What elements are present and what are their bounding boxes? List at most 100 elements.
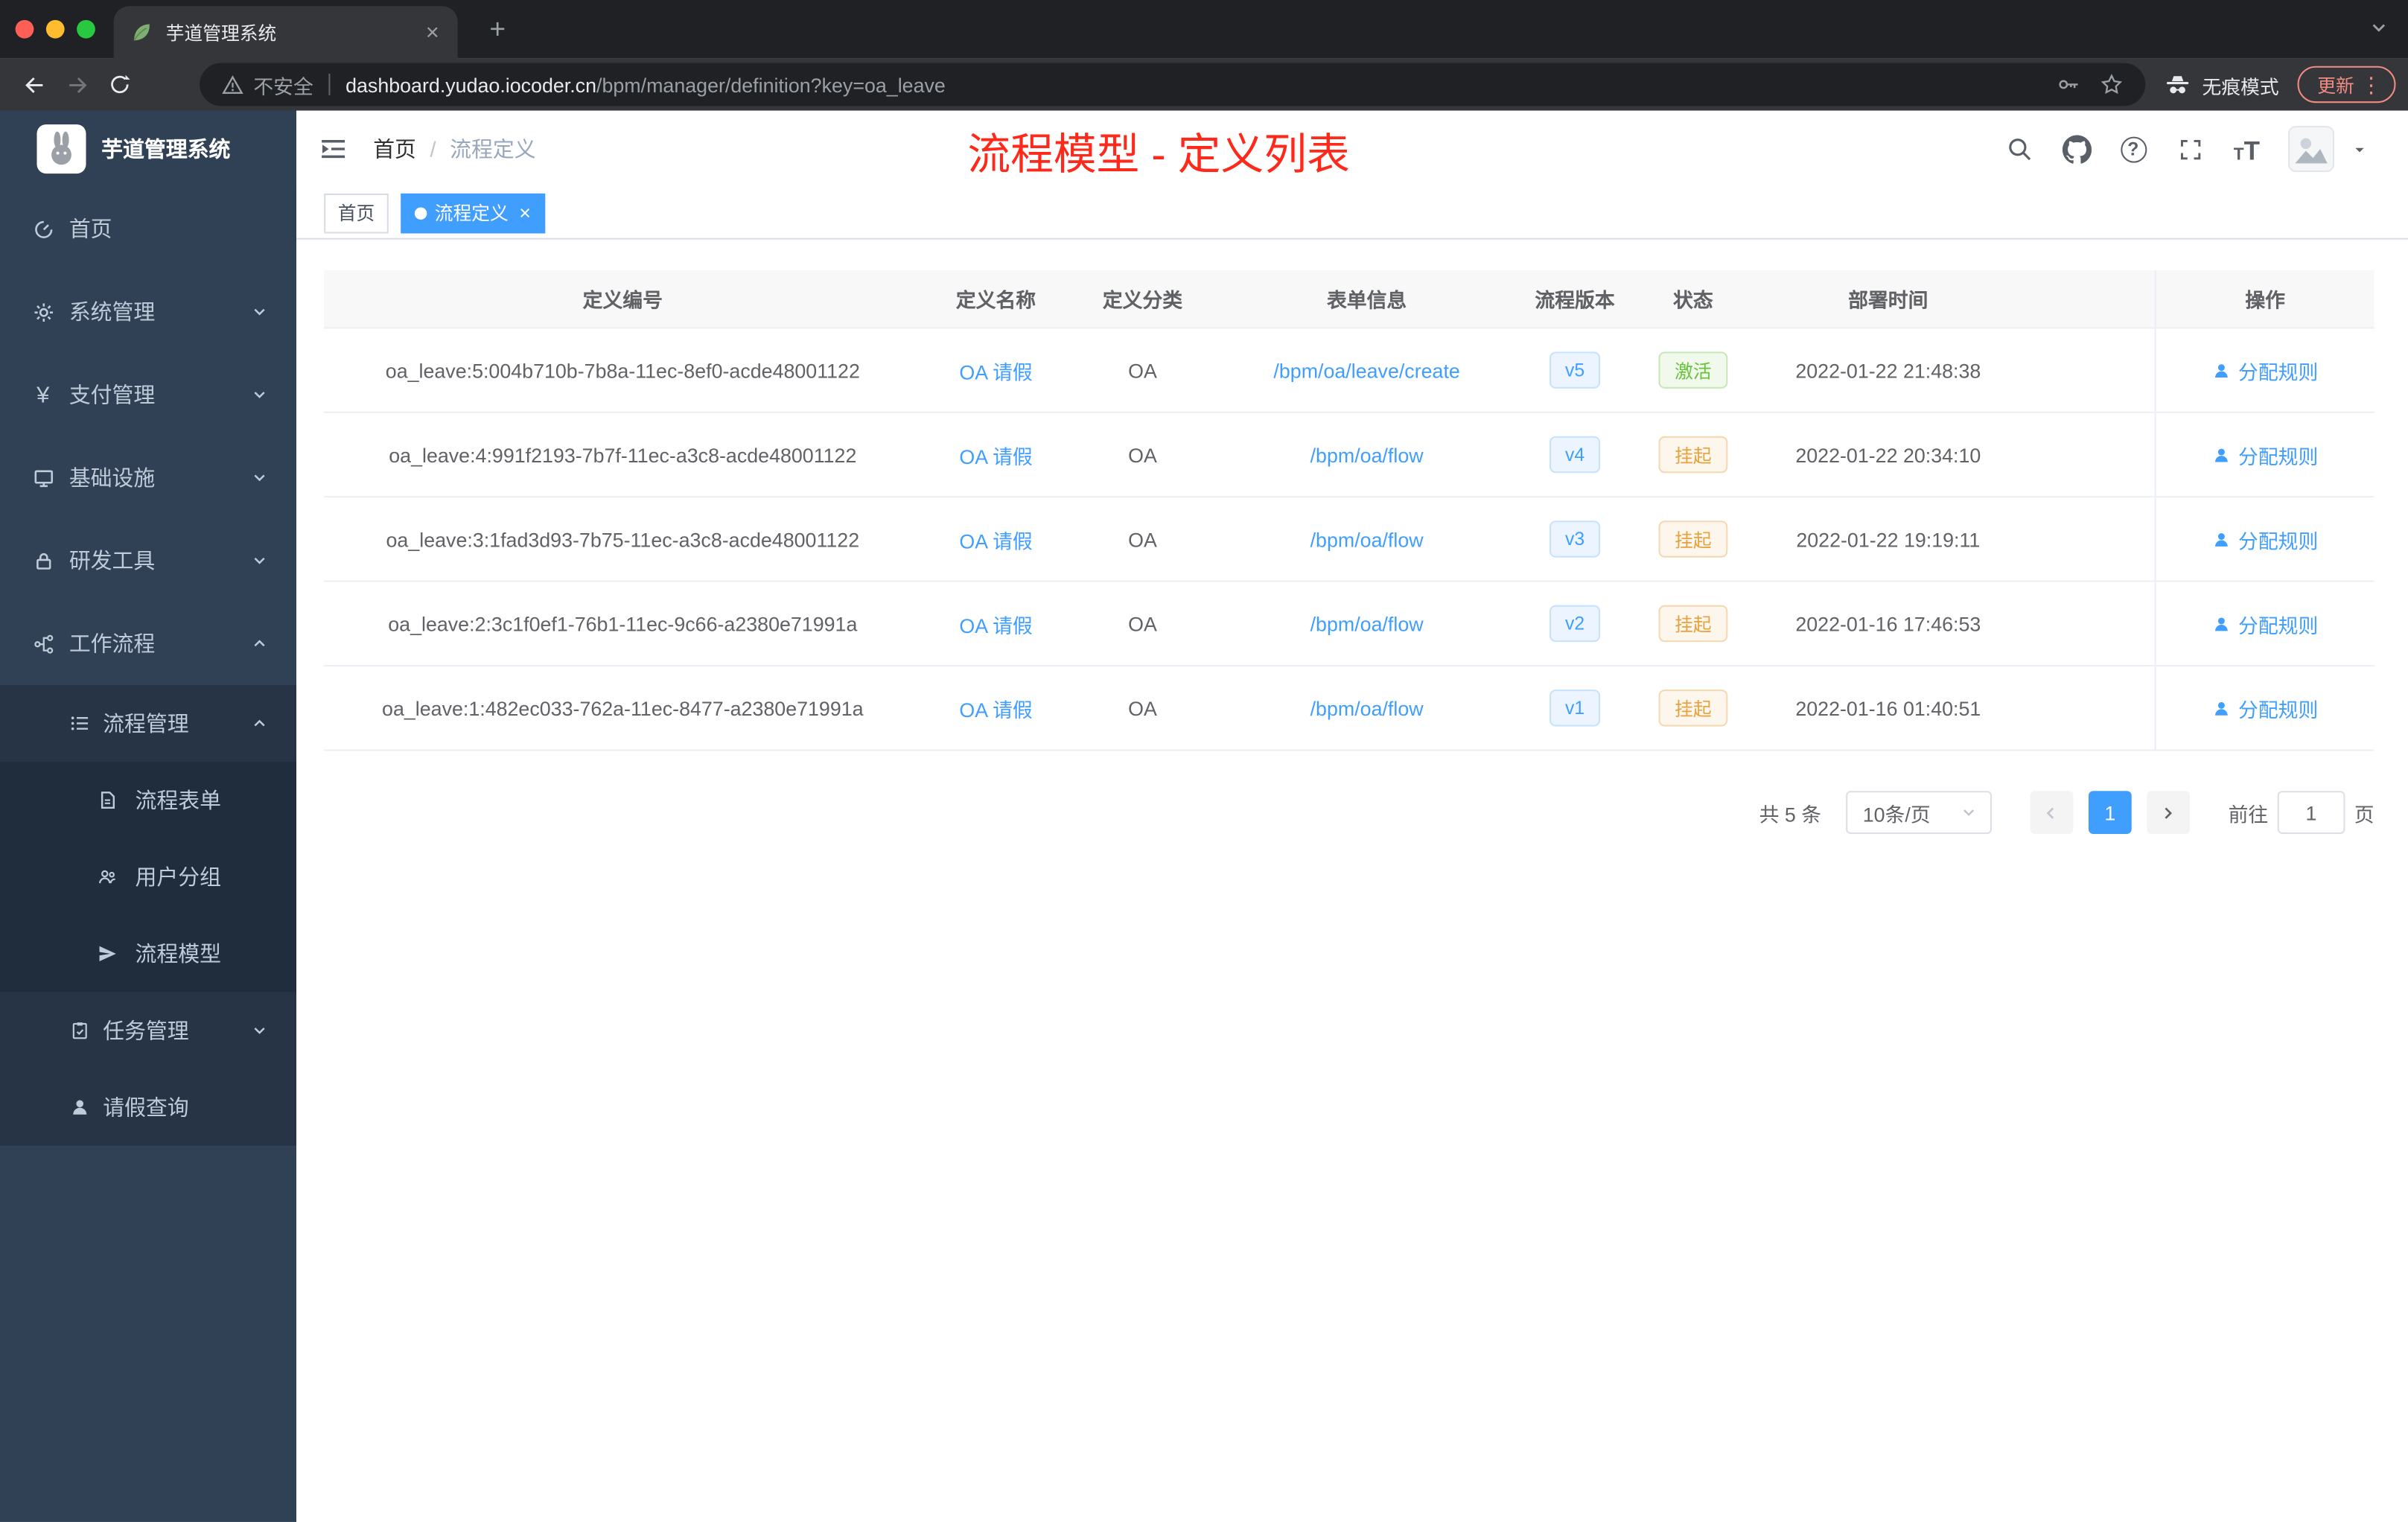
- browser-tabstrip: 芋道管理系统 × +: [0, 0, 2408, 59]
- sidebar-item-task-management[interactable]: 任务管理: [0, 992, 297, 1069]
- sidebar-item-process-management[interactable]: 流程管理: [0, 684, 297, 762]
- definition-name-link[interactable]: OA 请假: [959, 440, 1032, 469]
- definition-name-link[interactable]: OA 请假: [959, 355, 1032, 384]
- status-tag: 挂起: [1659, 436, 1727, 474]
- tab-search-icon[interactable]: [2368, 17, 2389, 39]
- assign-rule-button[interactable]: 分配规则: [2212, 355, 2318, 384]
- pagination-total: 共 5 条: [1759, 802, 1822, 826]
- breadcrumb-home[interactable]: 首页: [373, 133, 416, 164]
- security-warning-icon: [221, 73, 244, 96]
- breadcrumb: 首页 / 流程定义: [373, 133, 535, 164]
- table-row: oa_leave:5:004b710b-7b8a-11ec-8ef0-acde4…: [324, 328, 2374, 413]
- definition-id: oa_leave:4:991f2193-7b7f-11ec-a3c8-acde4…: [389, 443, 857, 466]
- font-size-icon[interactable]: TT: [2232, 133, 2262, 165]
- avatar-caret-icon[interactable]: [2351, 141, 2369, 158]
- sidebar-item-user-group[interactable]: 用户分组: [0, 838, 297, 916]
- form-link[interactable]: /bpm/oa/flow: [1310, 527, 1424, 550]
- deploy-time: 2022-01-22 19:19:11: [1796, 527, 1981, 551]
- spacer-cell: [2021, 328, 2154, 411]
- sidebar-item-system[interactable]: 系统管理: [0, 270, 296, 353]
- page-button-1[interactable]: 1: [2088, 791, 2132, 834]
- workflow-icon: [31, 631, 55, 656]
- assign-rule-label: 分配规则: [2238, 360, 2319, 383]
- assign-rule-label: 分配规则: [2238, 529, 2319, 553]
- definition-name-link[interactable]: OA 请假: [959, 524, 1032, 553]
- sidebar-item-payment[interactable]: ¥ 支付管理: [0, 353, 296, 436]
- new-tab-button[interactable]: +: [480, 10, 517, 48]
- fullscreen-icon[interactable]: [2175, 133, 2205, 164]
- sidebar-item-devtools[interactable]: 研发工具: [0, 519, 296, 602]
- yen-icon: ¥: [36, 381, 50, 408]
- definition-name-link[interactable]: OA 请假: [959, 609, 1032, 638]
- sidebar-item-leave-query[interactable]: 请假查询: [0, 1069, 297, 1146]
- forward-button[interactable]: [55, 63, 98, 106]
- spacer-cell: [2021, 666, 2154, 749]
- form-link[interactable]: /bpm/oa/leave/create: [1273, 359, 1459, 382]
- column-header-id: 定义编号: [582, 288, 663, 312]
- next-page-button[interactable]: [2147, 791, 2191, 834]
- assign-rule-button[interactable]: 分配规则: [2212, 609, 2318, 638]
- address-bar[interactable]: 不安全 dashboard.yudao.iocoder.cn/bpm/manag…: [200, 63, 2146, 106]
- sidebar-toggle-icon[interactable]: [315, 130, 352, 168]
- update-button[interactable]: 更新 ⋮: [2297, 66, 2396, 104]
- goto-page-input[interactable]: [2277, 791, 2345, 834]
- form-link[interactable]: /bpm/oa/flow: [1310, 696, 1424, 719]
- sidebar-item-label: 系统管理: [69, 299, 156, 325]
- definition-name-link[interactable]: OA 请假: [959, 693, 1032, 722]
- page-annotation: 流程模型 - 定义列表: [967, 130, 1350, 179]
- table-header-row: 定义编号 定义名称 定义分类 表单信息 流程版本 状态 部署时间 操作: [324, 270, 2374, 329]
- form-link[interactable]: /bpm/oa/flow: [1310, 443, 1424, 466]
- window-zoom-button[interactable]: [77, 19, 95, 39]
- definition-id: oa_leave:3:1fad3d93-7b75-11ec-a3c8-acde4…: [386, 527, 860, 551]
- leave-query-user-icon: [68, 1095, 92, 1120]
- window-close-button[interactable]: [15, 19, 34, 39]
- avatar[interactable]: [2288, 126, 2334, 172]
- browser-tab[interactable]: 芋道管理系统 ×: [113, 6, 458, 59]
- user-group-icon: [95, 865, 120, 889]
- sidebar-item-label: 首页: [69, 216, 112, 241]
- tag-home[interactable]: 首页: [324, 192, 389, 233]
- sidebar-item-label: 基础设施: [69, 465, 156, 490]
- sidebar-item-label: 请假查询: [103, 1095, 189, 1120]
- table-row: oa_leave:1:482ec033-762a-11ec-8477-a2380…: [324, 666, 2374, 751]
- assign-rule-button[interactable]: 分配规则: [2212, 693, 2318, 722]
- chevron-up-icon: [250, 714, 269, 733]
- sidebar-item-label: 用户分组: [135, 865, 222, 890]
- search-icon[interactable]: [2004, 133, 2035, 164]
- sidebar-item-label: 流程管理: [103, 710, 189, 736]
- reload-button[interactable]: [98, 63, 141, 106]
- security-label[interactable]: 不安全: [253, 70, 313, 99]
- app-title: 芋道管理系统: [101, 136, 231, 162]
- github-icon[interactable]: [2061, 133, 2092, 164]
- tag-close-icon[interactable]: ×: [516, 203, 531, 223]
- definition-id: oa_leave:1:482ec033-762a-11ec-8477-a2380…: [382, 696, 864, 720]
- back-button[interactable]: [13, 63, 56, 106]
- bookmark-star-icon[interactable]: [2099, 72, 2124, 97]
- sidebar-item-workflow[interactable]: 工作流程: [0, 602, 296, 685]
- table-row: oa_leave:3:1fad3d93-7b75-11ec-a3c8-acde4…: [324, 497, 2374, 582]
- browser-menu-icon[interactable]: ⋮: [2360, 71, 2382, 98]
- prev-page-button[interactable]: [2030, 791, 2074, 834]
- form-link[interactable]: /bpm/oa/flow: [1310, 612, 1424, 635]
- goto-label: 前往: [2228, 802, 2269, 826]
- sidebar-item-process-form[interactable]: 流程表单: [0, 762, 297, 839]
- sidebar-item-process-model[interactable]: 流程模型: [0, 915, 297, 993]
- window-minimize-button[interactable]: [45, 19, 65, 39]
- deploy-time: 2022-01-22 20:34:10: [1795, 443, 1981, 466]
- sidebar-logo[interactable]: 芋道管理系统: [0, 111, 296, 188]
- tab-close-icon[interactable]: ×: [423, 19, 442, 45]
- assign-rule-button[interactable]: 分配规则: [2212, 440, 2318, 469]
- tag-process-definition[interactable]: 流程定义 ×: [401, 192, 545, 233]
- task-icon: [68, 1018, 92, 1042]
- sidebar-item-infrastructure[interactable]: 基础设施: [0, 436, 296, 519]
- page-size-select[interactable]: 10条/页: [1846, 791, 1992, 834]
- password-key-icon[interactable]: [2057, 72, 2081, 97]
- help-icon[interactable]: ?: [2118, 133, 2148, 164]
- sidebar-item-label: 研发工具: [69, 548, 156, 573]
- assign-rule-button[interactable]: 分配规则: [2212, 524, 2318, 553]
- definition-id: oa_leave:5:004b710b-7b8a-11ec-8ef0-acde4…: [385, 358, 860, 382]
- chevron-down-icon: [250, 468, 269, 487]
- sidebar-item-home[interactable]: 首页: [0, 188, 296, 270]
- top-navbar: 首页 / 流程定义 流程模型 - 定义列表 ? TT: [296, 110, 2408, 188]
- version-tag: v1: [1549, 690, 1600, 727]
